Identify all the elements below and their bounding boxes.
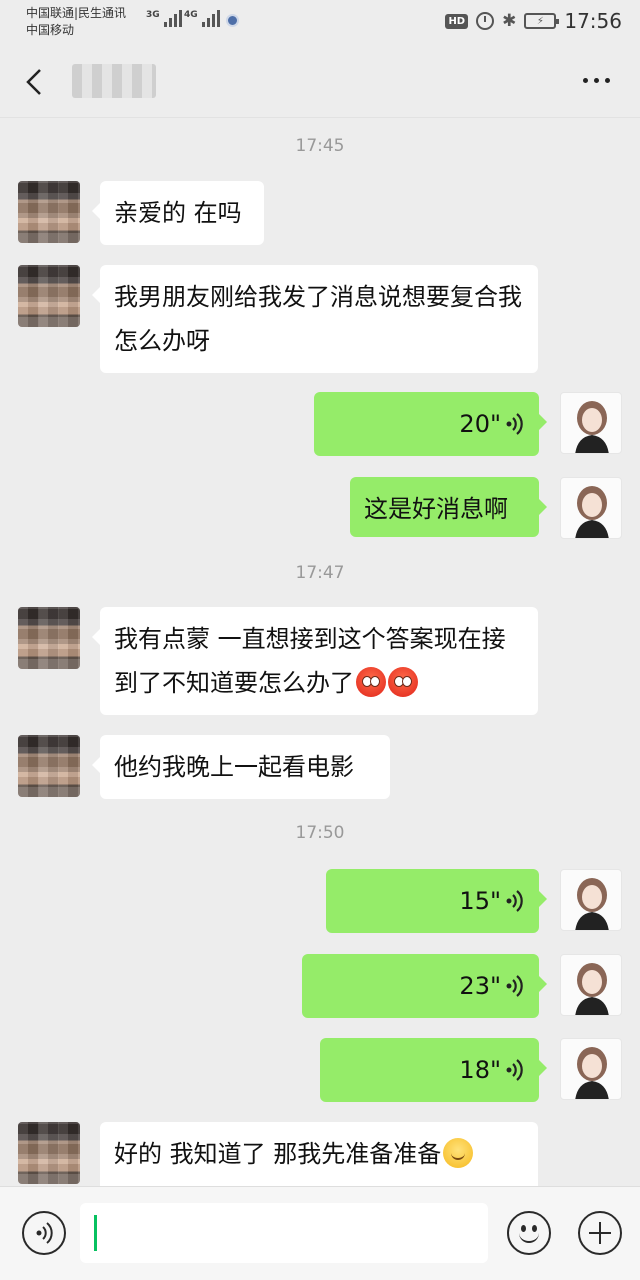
chat-title-blurred [72, 64, 156, 98]
text-caret [94, 1215, 97, 1251]
voice-message-bubble[interactable]: 18" [320, 1038, 547, 1102]
voice-wave-icon [506, 413, 523, 435]
notification-badge-icon [226, 14, 239, 27]
message-bubble-incoming[interactable]: 我男朋友刚给我发了消息说想要复合我怎么办呀 [92, 265, 538, 373]
voice-input-icon [36, 1222, 53, 1244]
more-functions-button[interactable] [578, 1211, 622, 1255]
contact-avatar[interactable] [18, 735, 80, 797]
my-avatar[interactable] [560, 1038, 622, 1100]
message-text: 我有点蒙 一直想接到这个答案现在接到了不知道要怎么办了 [114, 625, 506, 697]
girl-illustration-icon [575, 486, 609, 538]
my-avatar[interactable] [560, 477, 622, 539]
carrier-primary: 中国联通|民生通讯 [26, 6, 127, 20]
voice-duration: 18" [459, 1056, 501, 1084]
voice-message-bubble[interactable]: 15" [326, 869, 547, 933]
voice-duration: 20" [459, 410, 501, 438]
contact-avatar[interactable] [18, 607, 80, 669]
battery-icon: ⚡ [524, 13, 560, 29]
voice-duration: 23" [459, 972, 501, 1000]
voice-wave-icon [506, 890, 523, 912]
timestamp: 17:50 [295, 823, 345, 843]
alarm-icon [476, 12, 495, 30]
hd-voice-icon: HD [445, 13, 469, 29]
voice-input-button[interactable] [22, 1211, 66, 1255]
my-avatar[interactable] [560, 392, 622, 454]
voice-duration: 15" [459, 887, 501, 915]
message-text: 这是好消息啊 [364, 495, 508, 523]
message-text: 好的 我知道了 那我先准备准备 [114, 1140, 442, 1168]
voice-wave-icon [506, 1059, 523, 1081]
status-bar: 中国联通|民生通讯 中国移动 3G 4G HD ✱ ⚡ 17:56 [0, 0, 640, 46]
more-options-icon[interactable] [583, 78, 610, 83]
signal-3g-icon: 3G [146, 10, 182, 27]
bluetooth-icon: ✱ [502, 11, 517, 31]
message-text: 我男朋友刚给我发了消息说想要复合我怎么办呀 [114, 283, 522, 355]
voice-wave-icon [506, 975, 523, 997]
voice-message-bubble[interactable]: 20" [314, 392, 547, 456]
back-icon[interactable] [24, 68, 44, 96]
message-text: 亲爱的 在吗 [114, 199, 242, 227]
timestamp: 17:47 [295, 563, 345, 583]
signal-4g-icon: 4G [184, 10, 220, 27]
girl-illustration-icon [575, 1047, 609, 1099]
message-bubble-incoming[interactable]: 他约我晚上一起看电影 [92, 735, 390, 799]
girl-illustration-icon [575, 963, 609, 1015]
chat-header [0, 46, 640, 118]
message-bubble-outgoing[interactable]: 这是好消息啊 [350, 477, 547, 537]
carrier-secondary: 中国移动 [26, 23, 75, 37]
message-text: 他约我晚上一起看电影 [114, 753, 354, 781]
flushed-emoji-icon [388, 667, 418, 697]
input-bar [0, 1186, 640, 1280]
girl-illustration-icon [575, 401, 609, 453]
smile-emoji-icon [443, 1138, 474, 1168]
message-bubble-incoming[interactable]: 好的 我知道了 那我先准备准备 [100, 1122, 538, 1186]
contact-avatar[interactable] [18, 181, 80, 243]
message-input[interactable] [80, 1203, 488, 1263]
timestamp: 17:45 [295, 136, 345, 156]
contact-avatar[interactable] [18, 1122, 80, 1184]
flushed-emoji-icon [356, 667, 386, 697]
contact-avatar[interactable] [18, 265, 80, 327]
my-avatar[interactable] [560, 954, 622, 1016]
message-bubble-incoming[interactable]: 亲爱的 在吗 [92, 181, 264, 245]
carrier-info: 中国联通|民生通讯 中国移动 [26, 5, 126, 39]
emoji-button[interactable] [507, 1211, 551, 1255]
voice-message-bubble[interactable]: 23" [302, 954, 547, 1018]
message-bubble-incoming[interactable]: 我有点蒙 一直想接到这个答案现在接到了不知道要怎么办了 [92, 607, 538, 715]
girl-illustration-icon [575, 878, 609, 930]
status-time: 17:56 [564, 9, 622, 33]
my-avatar[interactable] [560, 869, 622, 931]
